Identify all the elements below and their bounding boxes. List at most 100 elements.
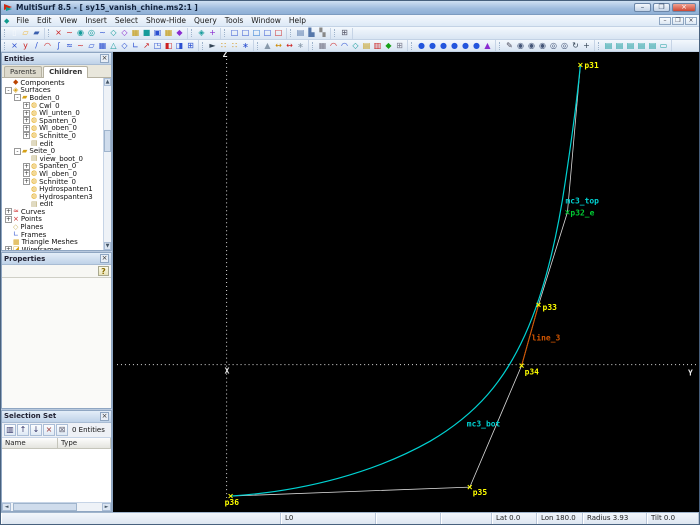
selection-set-close-icon[interactable]: × xyxy=(100,411,109,421)
snap-icon[interactable]: ◈ xyxy=(196,28,207,39)
mirror-icon[interactable]: ◧ xyxy=(163,40,174,51)
tree-expander[interactable]: + xyxy=(23,117,30,125)
select-window-icon[interactable]: ⊞ xyxy=(339,28,350,39)
arc-tool-icon[interactable]: ◠ xyxy=(42,40,53,51)
layers-icon[interactable]: ▚ xyxy=(317,28,328,39)
selection-hscrollbar[interactable]: ◄ ► xyxy=(2,501,111,511)
tree-expander[interactable]: + xyxy=(5,215,12,223)
zoom-out-icon[interactable]: ◉ xyxy=(526,40,537,51)
tree-item-schnitte-0[interactable]: + ◍ Schnitte_0 xyxy=(2,132,103,140)
distance-icon[interactable]: ↔ xyxy=(273,40,284,51)
view-window-4-icon[interactable]: □ xyxy=(262,28,273,39)
tile-windows-icon[interactable]: ▤ xyxy=(295,28,306,39)
surface-tool-icon[interactable]: ▱ xyxy=(86,40,97,51)
tree-item-spanten-0[interactable]: + ◍ Spanten_0 xyxy=(2,117,103,125)
close-view-icon[interactable]: □ xyxy=(273,28,284,39)
tree-expander[interactable]: + xyxy=(23,124,30,132)
insert-curve-icon[interactable]: ~ xyxy=(97,28,108,39)
tree-item-surfaces[interactable]: - ◈ Surfaces xyxy=(2,87,103,94)
tree-item-edit[interactable]: ▤ edit xyxy=(2,140,103,148)
sheet-4-icon[interactable]: ▤ xyxy=(636,40,647,51)
tree-item-hydrospanten3[interactable]: ◍ Hydrospanten3 xyxy=(2,193,103,201)
view-window-3-icon[interactable]: □ xyxy=(251,28,262,39)
add-entity-icon[interactable]: + xyxy=(207,28,218,39)
tree-expander[interactable]: + xyxy=(23,109,30,117)
properties-help-button[interactable]: ? xyxy=(98,266,109,277)
zoom-in-icon[interactable]: ◉ xyxy=(515,40,526,51)
tab-parents[interactable]: Parents xyxy=(4,66,43,77)
scroll-right-icon[interactable]: ► xyxy=(102,502,111,511)
column-type[interactable]: Type xyxy=(58,437,111,448)
entities-scrollbar[interactable]: ▲ ▼ xyxy=(103,78,111,251)
plane-tool-icon[interactable]: ◇ xyxy=(119,40,130,51)
tree-expander[interactable]: + xyxy=(23,170,30,178)
view-bottom-icon[interactable]: ● xyxy=(449,40,460,51)
new-file-icon[interactable]: ▯ xyxy=(9,28,20,39)
tree-expander[interactable]: + xyxy=(23,132,30,140)
menu-help[interactable]: Help xyxy=(285,15,310,26)
cascade-windows-icon[interactable]: ▙ xyxy=(306,28,317,39)
tree-expander[interactable]: + xyxy=(23,178,30,186)
sheet-5-icon[interactable]: ▤ xyxy=(647,40,658,51)
measure-icon[interactable]: ▲ xyxy=(262,40,273,51)
tree-item-schnitte-0[interactable]: + ◍ Schnitte_0 xyxy=(2,178,103,186)
group-icon[interactable]: ⊞ xyxy=(185,40,196,51)
tree-item-edit[interactable]: ▤ edit xyxy=(2,201,103,209)
grid-icon[interactable]: ▦ xyxy=(317,40,328,51)
hscroll-track[interactable] xyxy=(11,502,102,511)
tree-expander[interactable]: - xyxy=(14,147,21,155)
mdi-close-button[interactable]: × xyxy=(685,16,697,25)
hscroll-thumb[interactable] xyxy=(12,502,77,511)
view-window-2-icon[interactable]: □ xyxy=(240,28,251,39)
contours-icon[interactable]: ▤ xyxy=(361,40,372,51)
menu-edit[interactable]: Edit xyxy=(33,15,56,26)
bcurve-tool-icon[interactable]: ∫ xyxy=(53,40,64,51)
pan-icon[interactable]: + xyxy=(581,40,592,51)
mdi-restore-button[interactable]: ❐ xyxy=(672,16,684,25)
note-icon[interactable]: ▭ xyxy=(658,40,669,51)
tree-item-boden-0[interactable]: - ▰ Boden_0 xyxy=(2,94,103,102)
perspective-icon[interactable]: ▲ xyxy=(482,40,493,51)
render-icon[interactable]: ▦ xyxy=(163,28,174,39)
select-add-icon[interactable]: ∷ xyxy=(218,40,229,51)
maximize-button[interactable]: ❐ xyxy=(653,3,670,12)
mesh-tool-icon[interactable]: ▦ xyxy=(97,40,108,51)
view-top-icon[interactable]: ● xyxy=(438,40,449,51)
edges-icon[interactable]: ⊞ xyxy=(394,40,405,51)
scroll-down-icon[interactable]: ▼ xyxy=(104,242,111,251)
sections-icon[interactable]: ▥ xyxy=(372,40,383,51)
snake-tool-icon[interactable]: ~ xyxy=(75,40,86,51)
selset-list-icon[interactable]: ▥ xyxy=(4,423,16,436)
entities-close-icon[interactable]: × xyxy=(100,54,109,63)
tree-expander[interactable]: + xyxy=(23,102,30,110)
angle-icon[interactable]: ↔ xyxy=(284,40,295,51)
menu-select[interactable]: Select xyxy=(111,15,142,26)
materials-icon[interactable]: ◆ xyxy=(174,28,185,39)
rotate-view-icon[interactable]: ◉ xyxy=(75,28,86,39)
view-window-1-icon[interactable]: □ xyxy=(229,28,240,39)
frame-tool-icon[interactable]: ∟ xyxy=(130,40,141,51)
tree-item-spanten-0[interactable]: + ◍ Spanten_0 xyxy=(2,162,103,170)
scroll-thumb[interactable] xyxy=(104,129,111,152)
sheet-2-icon[interactable]: ▤ xyxy=(614,40,625,51)
close-button[interactable]: × xyxy=(672,3,696,12)
camera-icon[interactable]: ▣ xyxy=(152,28,163,39)
select-all-icon[interactable]: ∗ xyxy=(240,40,251,51)
tree-item-planes[interactable]: ◇ Planes xyxy=(2,223,103,231)
menu-insert[interactable]: Insert xyxy=(81,15,111,26)
sheet-3-icon[interactable]: ▤ xyxy=(625,40,636,51)
open-file-icon[interactable]: ▱ xyxy=(20,28,31,39)
refresh-icon[interactable]: ↻ xyxy=(570,40,581,51)
viewport-canvas[interactable]: Z X Yp31 p32_e p33 p34 p35 p36 mc3_top mc3_bot lin… xyxy=(113,52,699,512)
tree-expander[interactable]: + xyxy=(23,162,30,170)
tree-item-wl-unten-0[interactable]: + ◍ Wl_unten_0 xyxy=(2,109,103,117)
select-cursor-icon[interactable]: ► xyxy=(207,40,218,51)
line-tool-icon[interactable]: / xyxy=(31,40,42,51)
edit-curve-icon[interactable]: ~ xyxy=(64,28,75,39)
copy-icon[interactable]: ◨ xyxy=(174,40,185,51)
orbit-view-icon[interactable]: ◎ xyxy=(86,28,97,39)
remove-item-icon[interactable]: × xyxy=(43,423,55,436)
tree-item-wireframes[interactable]: + ◪ Wireframes xyxy=(2,246,103,251)
ccurve-tool-icon[interactable]: ≈ xyxy=(64,40,75,51)
tab-children[interactable]: Children xyxy=(43,66,89,78)
